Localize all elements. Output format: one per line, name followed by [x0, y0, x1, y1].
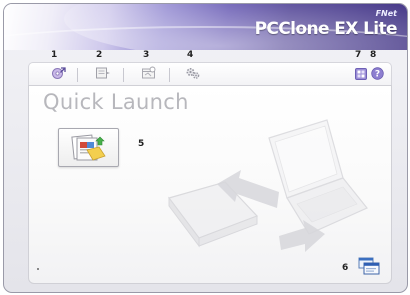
restore-icon [95, 65, 111, 84]
quick-backup-button[interactable] [58, 128, 119, 167]
status-dot [37, 268, 39, 270]
brand: FNet PCClone EX Lite [254, 9, 398, 40]
app-title: PCClone EX Lite [254, 19, 398, 39]
help-icon: ? [370, 65, 384, 84]
title-bar: FNet PCClone EX Lite [4, 4, 407, 50]
callout-5: 5 [138, 139, 145, 149]
options-icon [355, 65, 367, 84]
restore-button[interactable] [95, 67, 111, 81]
callout-2: 2 [96, 50, 103, 60]
help-button[interactable]: ? [369, 65, 385, 84]
callout-1: 1 [51, 50, 58, 60]
toolbar-separator [169, 68, 170, 82]
backup-icon [51, 65, 67, 84]
toolbar-separator [77, 68, 78, 82]
pc-transfer-illustration [167, 119, 368, 252]
app-window: FNet PCClone EX Lite 1 2 3 4 7 8 ? Quick… [3, 3, 408, 293]
callout-3: 3 [143, 50, 150, 60]
options-button[interactable] [353, 67, 369, 81]
windows-icon [358, 257, 380, 279]
page-title: Quick Launch [43, 90, 189, 114]
svg-text:?: ? [374, 69, 379, 79]
callout-7: 7 [355, 50, 362, 60]
schedule-icon [141, 65, 157, 84]
quick-backup-icon [69, 132, 109, 168]
settings-button[interactable] [185, 67, 201, 81]
backup-button[interactable] [51, 65, 67, 84]
quick-launch-panel: Quick Launch [28, 85, 392, 284]
schedule-button[interactable] [141, 65, 157, 84]
toolbar: ? [28, 62, 392, 87]
callout-4: 4 [187, 50, 194, 60]
toolbar-separator [123, 68, 124, 82]
settings-icon [185, 65, 201, 84]
callout-8: 8 [370, 50, 377, 60]
callout-6: 6 [342, 263, 349, 273]
brand-company: FNet [375, 9, 397, 18]
windows-button[interactable] [358, 257, 380, 279]
